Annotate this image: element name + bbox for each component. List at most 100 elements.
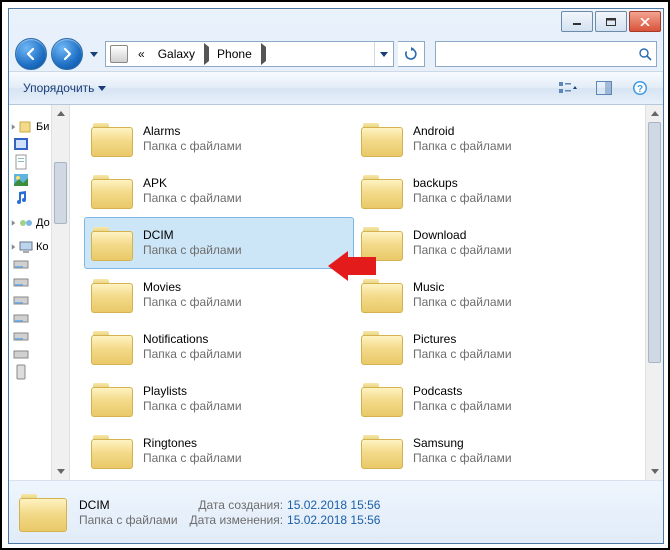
folder-item[interactable]: MusicПапка с файлами — [354, 269, 624, 321]
folder-item[interactable]: PodcastsПапка с файлами — [354, 373, 624, 425]
maximize-button[interactable] — [595, 11, 627, 32]
folder-icon — [19, 492, 67, 532]
scrollbar-thumb[interactable] — [54, 162, 67, 224]
organize-menu[interactable]: Упорядочить — [17, 79, 112, 97]
folder-item[interactable]: APKПапка с файлами — [84, 165, 354, 217]
folder-icon — [91, 225, 133, 261]
address-dropdown[interactable] — [374, 42, 393, 66]
folder-type: Папка с файлами — [413, 399, 512, 414]
breadcrumb-separator-icon — [259, 47, 268, 61]
scrollbar-thumb[interactable] — [648, 122, 661, 363]
folder-item[interactable]: NotificationsПапка с файлами — [84, 321, 354, 373]
drive-icon — [13, 328, 29, 344]
folder-icon — [91, 381, 133, 417]
folder-item[interactable]: AndroidПапка с файлами — [354, 113, 624, 165]
sidebar-label: Би — [36, 121, 49, 133]
scroll-up-icon[interactable] — [646, 105, 663, 122]
folder-type: Папка с файлами — [413, 295, 512, 310]
navigation-bar: « Galaxy Phone — [9, 37, 663, 71]
modified-value: 15.02.2018 15:56 — [287, 513, 380, 527]
folder-name: APK — [143, 176, 242, 191]
drive-icon — [13, 346, 29, 362]
folder-name: Ringtones — [143, 436, 242, 451]
folder-name: Download — [413, 228, 512, 243]
back-button[interactable] — [15, 38, 47, 70]
title-bar — [9, 9, 663, 37]
search-box[interactable] — [435, 41, 657, 67]
video-icon — [13, 136, 29, 152]
folder-icon — [361, 433, 403, 469]
folder-item[interactable]: AlarmsПапка с файлами — [84, 113, 354, 165]
sidebar-label: Ко — [36, 241, 49, 253]
minimize-button[interactable] — [561, 11, 593, 32]
folder-type: Папка с файлами — [413, 243, 512, 258]
address-bar[interactable]: « Galaxy Phone — [105, 41, 394, 67]
preview-pane-button[interactable] — [589, 77, 619, 99]
folder-type: Папка с файлами — [143, 399, 242, 414]
explorer-window: « Galaxy Phone Упорядочить ? Би До Ко — [8, 8, 664, 544]
folder-name: Music — [413, 280, 512, 295]
history-dropdown[interactable] — [87, 41, 101, 67]
folder-name: backups — [413, 176, 512, 191]
folder-type: Папка с файлами — [143, 191, 242, 206]
folder-item[interactable]: DCIMПапка с файлами — [84, 217, 354, 269]
navigation-pane[interactable]: Би До Ко — [9, 105, 70, 480]
content-scrollbar[interactable] — [645, 105, 663, 480]
organize-label: Упорядочить — [23, 81, 94, 95]
toolbar: Упорядочить ? — [9, 71, 663, 105]
scroll-down-icon[interactable] — [646, 463, 663, 480]
help-button[interactable]: ? — [625, 77, 655, 99]
folder-type: Папка с файлами — [413, 347, 512, 362]
folder-item[interactable]: SamsungПапка с файлами — [354, 425, 624, 477]
folder-type: Папка с файлами — [143, 139, 242, 154]
selected-item-name: DCIM — [79, 498, 178, 512]
file-list[interactable]: AlarmsПапка с файламиAPKПапка с файламиD… — [70, 105, 663, 480]
folder-type: Папка с файлами — [143, 243, 242, 258]
folder-name: DCIM — [143, 228, 242, 243]
scroll-down-icon[interactable] — [52, 463, 69, 480]
folder-name: Pictures — [413, 332, 512, 347]
folder-name: Android — [413, 124, 512, 139]
folder-icon — [361, 381, 403, 417]
music-icon — [13, 190, 29, 206]
folder-icon — [91, 277, 133, 313]
annotation-arrow-icon — [328, 251, 376, 281]
folder-type: Папка с файлами — [143, 451, 242, 466]
drive-icon — [13, 274, 29, 290]
folder-name: Movies — [143, 280, 242, 295]
picture-icon — [13, 172, 29, 188]
view-options-button[interactable] — [553, 77, 583, 99]
folder-item[interactable]: DownloadПапка с файлами — [354, 217, 624, 269]
folder-item[interactable]: backupsПапка с файлами — [354, 165, 624, 217]
folder-type: Папка с файлами — [143, 347, 242, 362]
search-input[interactable] — [436, 47, 634, 61]
folder-item[interactable]: PicturesПапка с файлами — [354, 321, 624, 373]
phone-icon — [13, 364, 29, 380]
scroll-up-icon[interactable] — [52, 105, 69, 122]
folder-icon — [91, 173, 133, 209]
folder-name: Podcasts — [413, 384, 512, 399]
folder-item[interactable]: RingtonesПапка с файлами — [84, 425, 354, 477]
close-button[interactable] — [629, 11, 661, 32]
device-icon — [110, 45, 128, 63]
modified-label: Дата изменения: — [190, 513, 284, 527]
folder-icon — [361, 121, 403, 157]
folder-type: Папка с файлами — [413, 191, 512, 206]
folder-name: Samsung — [413, 436, 512, 451]
refresh-button[interactable] — [398, 41, 425, 67]
breadcrumb-galaxy[interactable]: Galaxy — [152, 42, 202, 66]
search-icon[interactable] — [634, 47, 656, 61]
breadcrumb-separator-icon — [202, 47, 211, 61]
folder-icon — [91, 121, 133, 157]
folder-type: Папка с файлами — [143, 295, 242, 310]
folder-item[interactable]: PlaylistsПапка с файлами — [84, 373, 354, 425]
breadcrumb-ellipsis[interactable]: « — [132, 42, 152, 66]
forward-button[interactable] — [51, 38, 83, 70]
homegroup-icon — [18, 215, 34, 231]
document-icon — [13, 154, 29, 170]
breadcrumb-phone[interactable]: Phone — [211, 42, 259, 66]
folder-name: Alarms — [143, 124, 242, 139]
sidebar-scrollbar[interactable] — [51, 105, 69, 480]
folder-item[interactable]: MoviesПапка с файлами — [84, 269, 354, 321]
folder-icon — [91, 329, 133, 365]
